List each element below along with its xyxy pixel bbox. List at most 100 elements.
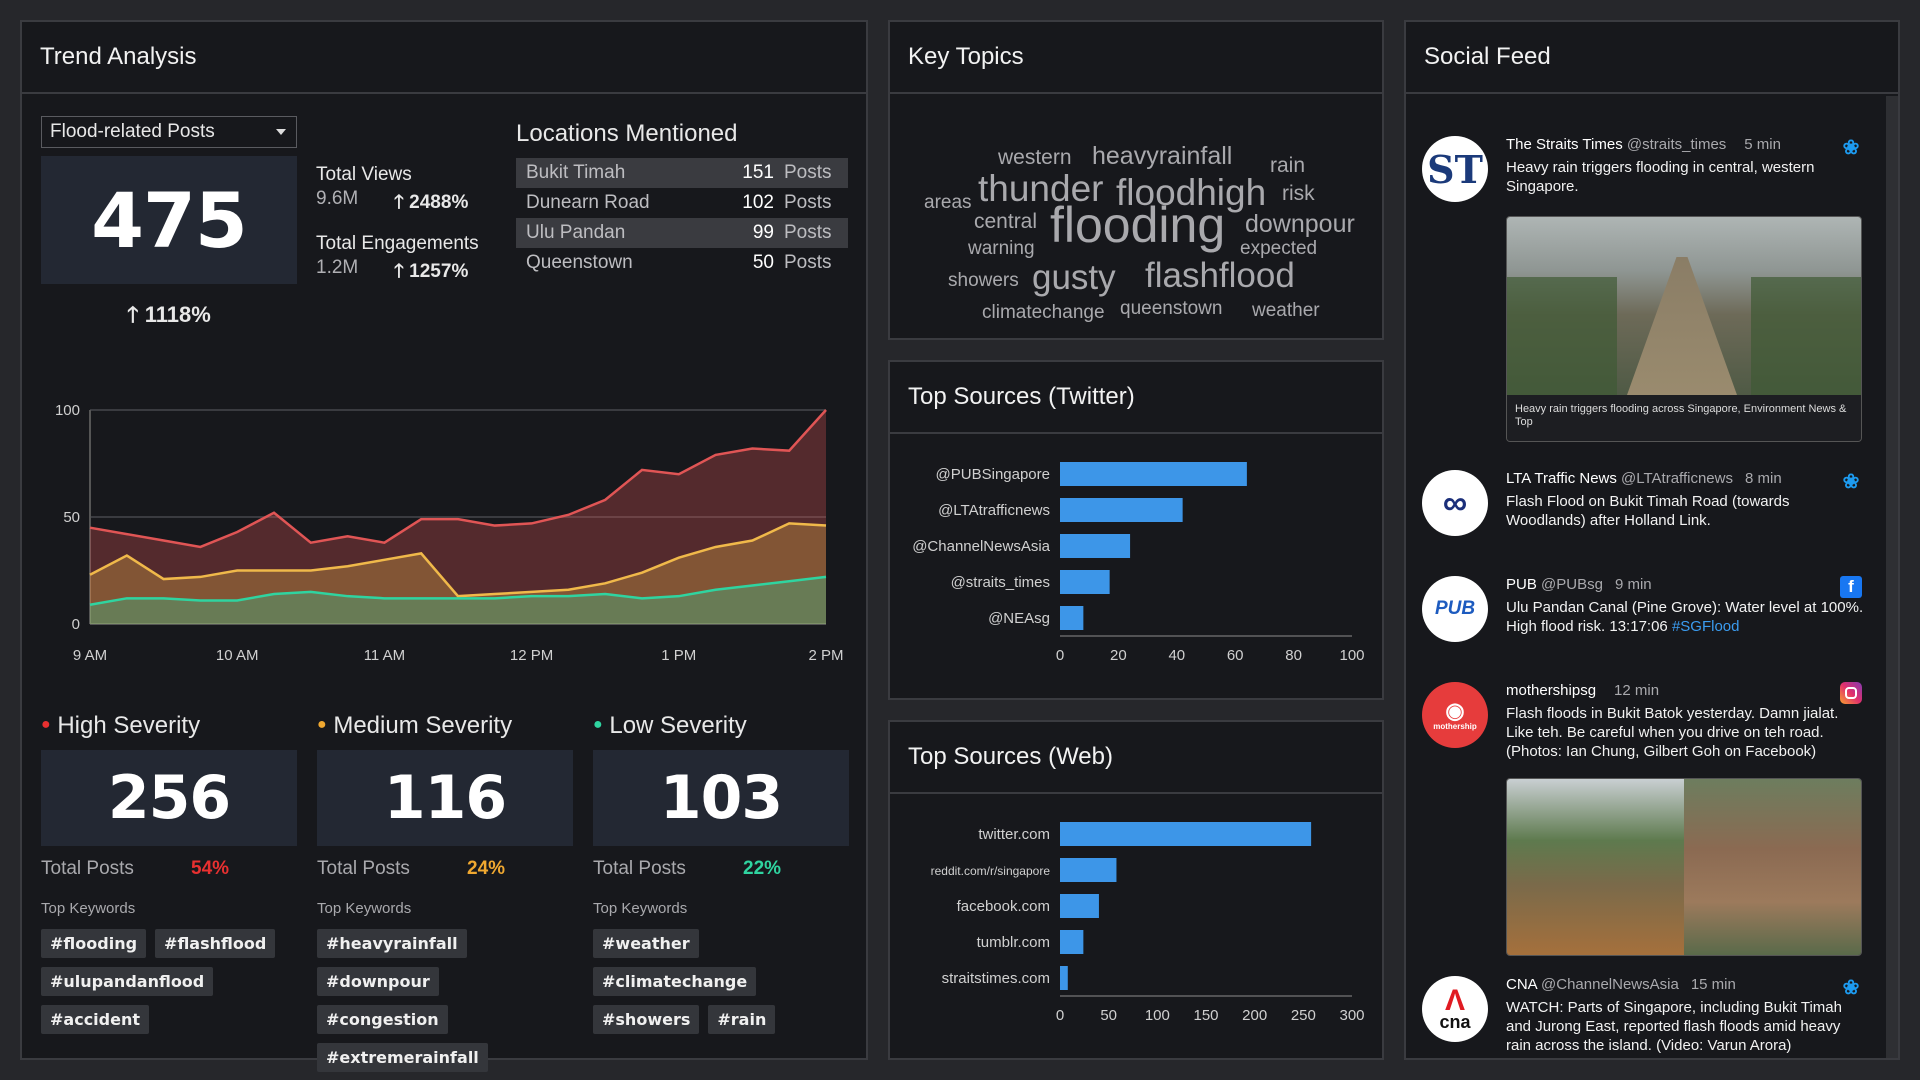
post-header: The Straits Times @straits_times 5 min: [1506, 136, 1781, 153]
word-cloud-word[interactable]: risk: [1282, 182, 1315, 206]
feed-post[interactable]: PUB PUB @PUBsg 9 min f Ulu Pandan Canal (…: [1422, 576, 1863, 656]
post-header: CNA @ChannelNewsAsia 15 min: [1506, 976, 1736, 993]
flooded-park-photo: [1507, 779, 1684, 955]
x-tick-label: 100: [1145, 1007, 1170, 1024]
x-tick-label: 50: [1100, 1007, 1117, 1024]
panel-title: Top Sources (Twitter): [908, 383, 1135, 410]
hashtag-link[interactable]: #SGFlood: [1672, 618, 1740, 635]
post-header: PUB @PUBsg 9 min: [1506, 576, 1652, 593]
word-cloud-word[interactable]: rain: [1270, 154, 1305, 178]
twitter-icon[interactable]: ❀: [1840, 136, 1862, 159]
keyword-tag[interactable]: #showers: [593, 1005, 700, 1034]
location-row[interactable]: Bukit Timah 151 Posts: [516, 158, 848, 188]
location-row[interactable]: Dunearn Road 102 Posts: [516, 188, 848, 218]
medium-severity-column: ● Medium Severity 116 Total Posts 24% Top…: [317, 712, 573, 1080]
dropdown-value: Flood-related Posts: [50, 121, 215, 142]
post-image[interactable]: Heavy rain triggers flooding across Sing…: [1506, 216, 1862, 442]
feed-post[interactable]: ST The Straits Times @straits_times 5 min…: [1422, 136, 1862, 456]
word-cloud-word[interactable]: gusty: [1032, 258, 1116, 298]
post-type-dropdown[interactable]: Flood-related Posts: [41, 116, 297, 148]
post-text: Ulu Pandan Canal (Pine Grove): Water lev…: [1506, 599, 1864, 635]
post-text: WATCH: Parts of Singapore, including Buk…: [1506, 999, 1842, 1054]
total-views-change: 🡑 2488%: [394, 192, 469, 213]
medium-severity-pct: 24%: [467, 858, 506, 879]
post-text: Flash Flood on Bukit Timah Road (towards…: [1506, 493, 1790, 529]
bar: [1060, 894, 1099, 918]
bar: [1060, 822, 1312, 846]
keyword-tag[interactable]: #heavyrainfall: [317, 929, 467, 958]
top-keywords-label: Top Keywords: [41, 900, 136, 917]
keyword-tag[interactable]: #ulupandanflood: [41, 967, 214, 996]
keyword-tag[interactable]: #climatechange: [593, 967, 757, 996]
feed-post[interactable]: Λcna CNA @ChannelNewsAsia 15 min ❀ WATCH:…: [1422, 976, 1862, 1056]
category-label: @straits_times: [951, 574, 1050, 591]
x-tick-label: 200: [1242, 1007, 1267, 1024]
word-cloud-word[interactable]: heavyrainfall: [1092, 142, 1232, 171]
avatar: PUB: [1422, 576, 1488, 642]
top-sources-twitter-header: Top Sources (Twitter): [890, 362, 1382, 434]
category-label: straitstimes.com: [942, 970, 1050, 987]
keyword-tag[interactable]: #flooding: [41, 929, 147, 958]
category-label: tumblr.com: [977, 934, 1050, 951]
x-tick-label: 0: [1056, 1007, 1064, 1024]
keyword-tag[interactable]: #flashflood: [155, 929, 276, 958]
keyword-tag[interactable]: #accident: [41, 1005, 149, 1034]
bar: [1060, 930, 1084, 954]
twitter-icon[interactable]: ❀: [1840, 470, 1862, 493]
word-cloud-word[interactable]: climatechange: [982, 302, 1105, 324]
image-caption: Heavy rain triggers flooding across Sing…: [1507, 395, 1861, 441]
x-tick-label: 0: [1056, 647, 1064, 664]
feed-post[interactable]: ◉ mothership mothershipsg 12 min Flash flo…: [1422, 682, 1862, 972]
dot-red-icon: ●: [41, 716, 51, 733]
keyword-tag[interactable]: #rain: [708, 1005, 776, 1034]
bar: [1060, 570, 1110, 594]
category-label: facebook.com: [957, 898, 1050, 915]
x-tick-label: 10 AM: [216, 647, 259, 664]
category-label: @LTAtrafficnews: [938, 502, 1050, 519]
post-text: Flash floods in Bukit Batok yesterday. D…: [1506, 705, 1839, 760]
total-engagements-value: 1.2M: [316, 257, 359, 278]
high-severity-title: ● High Severity: [41, 712, 201, 739]
instagram-icon[interactable]: [1840, 682, 1862, 704]
top-keywords-label: Top Keywords: [317, 900, 412, 917]
keyword-tag[interactable]: #extremerainfall: [317, 1043, 488, 1072]
location-row[interactable]: Queenstown 50 Posts: [516, 248, 848, 278]
word-cloud-word[interactable]: showers: [948, 270, 1019, 292]
keyword-tag[interactable]: #downpour: [317, 967, 439, 996]
locations-title: Locations Mentioned: [516, 120, 738, 147]
keyword-tag[interactable]: #weather: [593, 929, 699, 958]
x-tick-label: 40: [1168, 647, 1185, 664]
medium-severity-title: ● Medium Severity: [317, 712, 513, 739]
total-posts-change: 🡑 1118%: [127, 302, 211, 327]
twitter-sources-bar-chart: 0 20 40 60 80 100 @PUBSingapore @LTAtrafficnews…: [912, 462, 1365, 664]
feed-post[interactable]: ∞ LTA Traffic News @LTAtrafficnews 8 min …: [1422, 470, 1862, 550]
word-cloud-word[interactable]: areas: [924, 192, 972, 214]
word-cloud-word[interactable]: downpour: [1245, 210, 1355, 239]
arrow-up-icon: 🡑: [394, 261, 404, 282]
social-feed-panel: Social Feed ST The Straits Times @strait…: [1404, 20, 1900, 1060]
avatar: ∞: [1422, 470, 1488, 536]
high-severity-pct: 54%: [191, 858, 230, 879]
category-label: reddit.com/r/singapore: [931, 864, 1051, 878]
post-image[interactable]: [1506, 778, 1862, 956]
location-row[interactable]: Ulu Pandan 99 Posts: [516, 218, 848, 248]
word-cloud-word[interactable]: central: [974, 210, 1037, 234]
post-header: LTA Traffic News @LTAtrafficnews 8 min: [1506, 470, 1782, 487]
trend-area-chart: 0 50 100 9 AM 10 AM 11 AM 12 PM 1 PM 2 PM: [55, 402, 844, 664]
category-label: @NEAsg: [988, 610, 1050, 627]
panel-title: Key Topics: [908, 43, 1024, 70]
twitter-icon[interactable]: ❀: [1840, 976, 1862, 999]
x-tick-label: 2 PM: [808, 647, 843, 664]
low-severity-title: ● Low Severity: [593, 712, 747, 739]
word-cloud-word[interactable]: flooding: [1050, 196, 1225, 254]
feed-scrollbar[interactable]: [1886, 96, 1898, 1058]
word-cloud-word[interactable]: warning: [968, 238, 1035, 260]
word-cloud-word[interactable]: flashflood: [1145, 256, 1295, 296]
keyword-tag[interactable]: #congestion: [317, 1005, 448, 1034]
word-cloud-word[interactable]: weather: [1252, 300, 1320, 322]
facebook-icon[interactable]: f: [1840, 576, 1862, 598]
word-cloud-word[interactable]: queenstown: [1120, 298, 1222, 320]
feed-list: ST The Straits Times @straits_times 5 min…: [1406, 96, 1886, 1058]
word-cloud-word[interactable]: western: [998, 146, 1072, 170]
chevron-down-icon: [276, 129, 286, 135]
